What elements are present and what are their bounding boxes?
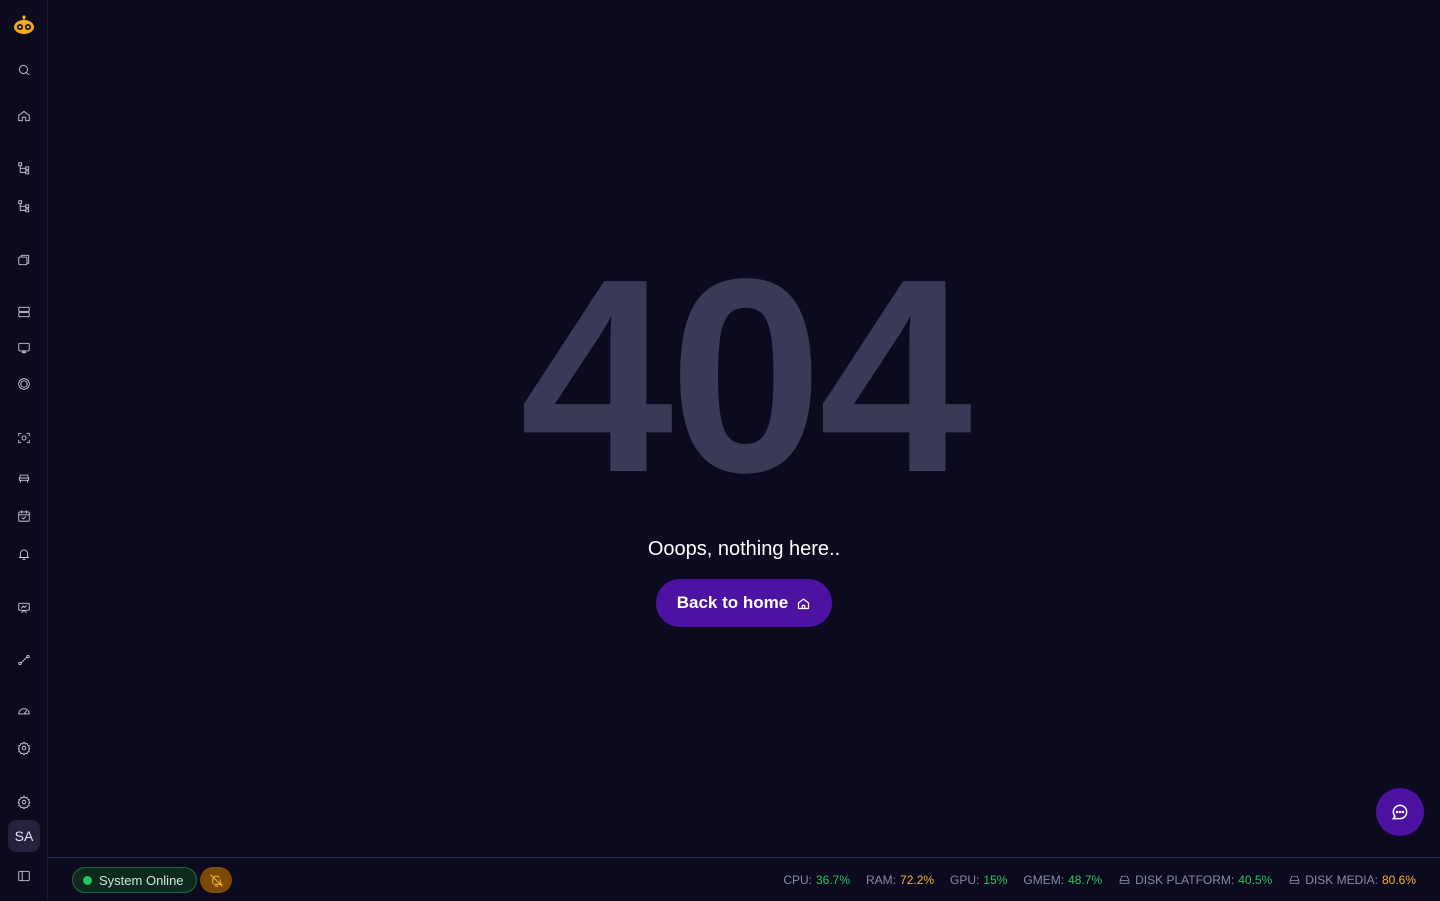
back-to-home-label: Back to home: [676, 593, 789, 612]
stat-gpu: GPU: 15%: [950, 872, 1008, 887]
resource-stats: CPU: 36.7% RAM: 72.2% GPU: 15% GMEM: 48.…: [783, 858, 1416, 901]
tree-icon[interactable]: [12, 156, 36, 180]
calendar-check-icon[interactable]: [12, 504, 36, 528]
home-icon[interactable]: [12, 104, 36, 128]
error-code: 404: [519, 222, 973, 530]
route-icon[interactable]: [12, 648, 36, 672]
stat-cpu: CPU: 36.7%: [783, 872, 851, 887]
sidebar-toggle-icon[interactable]: [12, 864, 36, 888]
scan-icon[interactable]: [12, 426, 36, 450]
main-content: 404 Ooops, nothing here.. Back to home: [48, 0, 1440, 857]
system-status-label: System Online: [99, 872, 184, 888]
back-to-home-button[interactable]: Back to home: [656, 579, 832, 627]
stat-gmem: GMEM: 48.7%: [1023, 872, 1103, 887]
search-icon[interactable]: [12, 58, 36, 82]
error-message: Ooops, nothing here..: [647, 538, 841, 560]
car-icon[interactable]: [12, 466, 36, 490]
cast-icon[interactable]: [12, 336, 36, 360]
home-icon: [798, 598, 810, 609]
chat-icon: [1391, 804, 1408, 820]
avatar[interactable]: SA: [8, 820, 40, 852]
app-logo[interactable]: [12, 13, 36, 37]
status-dot: [83, 875, 92, 885]
system-status-badge[interactable]: System Online: [72, 867, 197, 893]
circle-icon[interactable]: [12, 372, 36, 396]
tree-icon[interactable]: [12, 194, 36, 218]
settings-icon[interactable]: [12, 790, 36, 814]
disk-icon: [1290, 875, 1300, 884]
stat-disk-media: DISK MEDIA: 80.6%: [1288, 873, 1416, 887]
chat-button[interactable]: [1376, 788, 1424, 836]
server-icon[interactable]: [12, 300, 36, 324]
bell-icon[interactable]: [12, 542, 36, 566]
bell-off-icon: [209, 873, 223, 887]
sidebar: SA: [0, 0, 48, 900]
stat-disk-platform: DISK PLATFORM: 40.5%: [1118, 873, 1272, 887]
disk-icon: [1119, 875, 1130, 884]
settings-icon[interactable]: [12, 736, 36, 760]
copy-icon[interactable]: [12, 248, 36, 272]
presentation-icon[interactable]: [12, 596, 36, 620]
stat-ram: RAM: 72.2%: [866, 872, 935, 887]
status-bar: System Online CPU: 36.7% RAM: 72.2% GPU:…: [48, 857, 1440, 900]
notifications-muted-button[interactable]: [200, 867, 232, 893]
gauge-icon[interactable]: [12, 699, 36, 723]
